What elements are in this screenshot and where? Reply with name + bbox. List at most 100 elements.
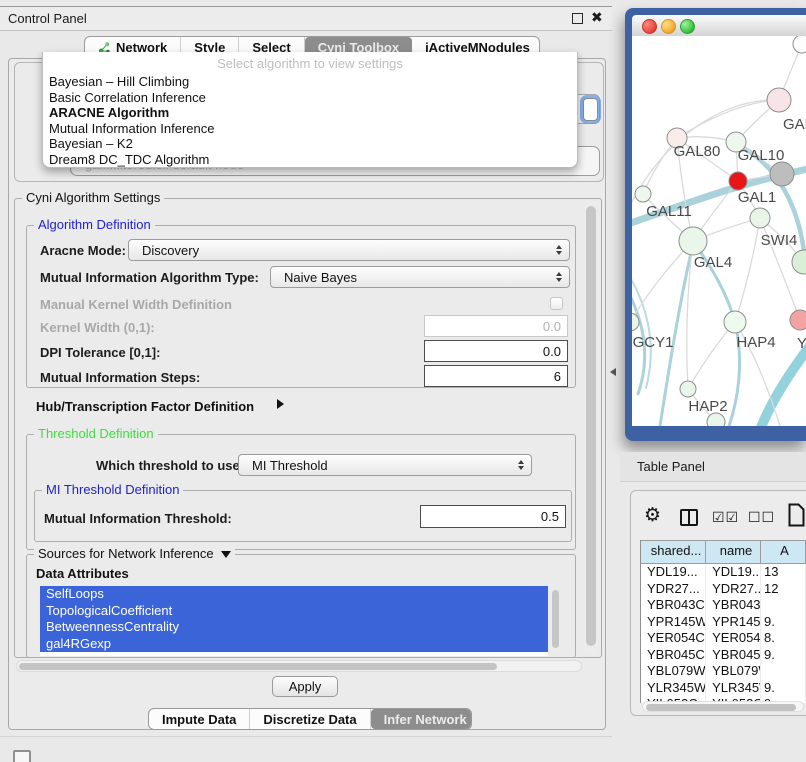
manual-kernel-width-checkbox[interactable] [550,297,563,310]
threshold-definition-title: Threshold Definition [34,427,158,441]
table-row[interactable]: YBR043CYBR043C [641,597,806,614]
minimized-panel-icon[interactable] [13,750,31,762]
apply-button[interactable]: Apply [272,676,338,697]
node-SWI4[interactable] [792,250,806,274]
split-columns-icon[interactable] [680,509,698,526]
column-header[interactable]: name [706,541,761,563]
deselect-all-checkboxes-icon[interactable]: ☐☐ [748,509,775,526]
table-cell: YBR045C [641,647,706,664]
table-settings-gear-icon[interactable]: ⚙ [644,505,661,527]
screen: Control Panel ✖ NetworkStyleSelectCyni T… [0,0,806,762]
cyni-algorithm-settings-title: Cyni Algorithm Settings [22,191,164,205]
document-icon[interactable] [788,503,805,532]
algorithm-definition-title: Algorithm Definition [34,218,155,232]
algorithm-option[interactable]: Bayesian – K2 [43,136,577,152]
node-gray[interactable] [770,162,794,186]
mi-threshold-input[interactable]: 0.5 [420,505,566,528]
data-attribute-item[interactable]: gal4RGexp [40,636,548,653]
tab-discretize-data[interactable]: Discretize Data [250,709,370,729]
mi-threshold-title: MI Threshold Definition [42,483,183,497]
aracne-mode-value: Discovery [142,243,199,258]
table-row[interactable]: YER054CYER054C8. [641,630,806,647]
data-attribute-item[interactable]: SelfLoops [40,586,548,603]
table-cell: YDL19... [641,564,706,581]
data-attributes-list[interactable]: SelfLoopsTopologicalCoefficientBetweenne… [40,586,548,656]
table-row[interactable]: YBR045CYBR045C9. [641,647,806,664]
node-GAL4[interactable] [679,227,707,255]
table-row[interactable]: YBL079WYBL079W [641,663,806,680]
close-icon[interactable]: ✖ [591,9,603,26]
table-cell [761,597,806,614]
table-cell: YDR27... [706,581,761,598]
node-GAL1[interactable] [750,208,770,228]
aracne-mode-label: Aracne Mode: [40,243,126,258]
which-threshold-label: Which threshold to use: [96,458,244,473]
data-attribute-item[interactable]: BetweennessCentrality [40,619,548,636]
zoom-traffic-light-icon[interactable] [680,19,695,34]
algorithm-option[interactable]: Mutual Information Inference [43,121,577,137]
data-attributes-label: Data Attributes [36,566,129,581]
dpi-tolerance-label: DPI Tolerance [0,1]: [40,345,160,360]
network-canvas[interactable]: GALGAL80GAL10GAL1GAL11SWI4GAL4GCY1HAP4YH… [632,36,806,426]
node-label: HAP2 [688,398,727,415]
algorithm-option[interactable]: Bayesian – Hill Climbing [43,74,577,90]
window-bottom-border [0,736,612,737]
column-header[interactable]: shared... [641,541,706,563]
column-header[interactable]: A [761,541,806,563]
float-window-icon[interactable] [572,13,583,24]
spinner-icon [518,460,524,470]
minimize-traffic-light-icon[interactable] [661,19,676,34]
focused-spinner-fragment[interactable] [583,98,598,121]
table-row[interactable]: YDR27...YDR27...12 [641,581,806,598]
spinner-icon [556,245,562,255]
node-pink[interactable] [790,310,806,330]
which-threshold-select[interactable]: MI Threshold [238,454,532,476]
algorithm-option[interactable]: Dream8 DC_TDC Algorithm [43,152,577,168]
node-table[interactable]: shared...nameA YDL19...YDL19...13YDR27..… [640,540,806,703]
panel-divider-arrow-icon[interactable] [610,368,616,376]
mi-algorithm-type-value: Naive Bayes [284,270,357,285]
dpi-tolerance-input[interactable]: 0.0 [424,340,568,362]
collapse-arrow-icon[interactable] [221,551,231,558]
tab-impute-data[interactable]: Impute Data [149,709,250,729]
spinner-icon [556,272,562,282]
node[interactable] [793,36,806,53]
data-attribute-item[interactable]: TopologicalCoefficient [40,603,548,620]
aracne-mode-select[interactable]: Discovery [128,239,570,261]
expand-arrow-icon[interactable] [277,399,284,409]
node-HAP4[interactable] [724,311,746,333]
table-row[interactable]: YDL19...YDL19...13 [641,564,806,581]
table-cell: 9. [761,614,806,631]
algorithm-option[interactable]: Basic Correlation Inference [43,90,577,106]
control-panel-titlebar [0,7,612,31]
node-GAL[interactable] [767,88,791,112]
table-row[interactable]: YLR345WYLR345W9. [641,680,806,697]
attributes-scrollbar[interactable] [550,588,560,654]
mi-steps-input[interactable]: 6 [424,365,568,387]
node-red[interactable] [729,172,747,190]
settings-hscrollbar[interactable] [16,660,582,672]
table-header-row: shared...nameA [641,540,806,564]
node-label: GAL1 [738,189,776,206]
mi-algorithm-type-label: Mutual Information Algorithm Type: [40,270,259,285]
table-row[interactable]: YPR145WYPR145W9. [641,614,806,631]
close-traffic-light-icon[interactable] [642,19,657,34]
table-cell: 12 [761,581,806,598]
node-label: GCY1 [633,334,674,351]
algorithm-option[interactable]: ARACNE Algorithm [43,105,577,121]
node-label: Y [797,335,806,352]
mi-algorithm-type-select[interactable]: Naive Bayes [270,266,570,288]
tab-infer-network[interactable]: Infer Network [371,709,472,729]
table-cell: YER054C [641,630,706,647]
network-window-titlebar[interactable] [632,15,806,36]
node-HAP2[interactable] [680,381,696,397]
algorithm-dropdown: Select algorithm to view settings Bayesi… [42,52,578,168]
select-all-checkboxes-icon[interactable]: ☑☑ [712,509,739,526]
manual-kernel-width-label: Manual Kernel Width Definition [40,297,232,312]
table-cell: 9. [761,647,806,664]
settings-scrollbar[interactable] [584,202,597,654]
bottom-tabbar: Impute DataDiscretize DataInfer Network [148,708,472,730]
table-hscrollbar[interactable] [642,701,804,712]
node-GAL11[interactable] [635,186,651,202]
kernel-width-input[interactable]: 0.0 [424,315,568,337]
